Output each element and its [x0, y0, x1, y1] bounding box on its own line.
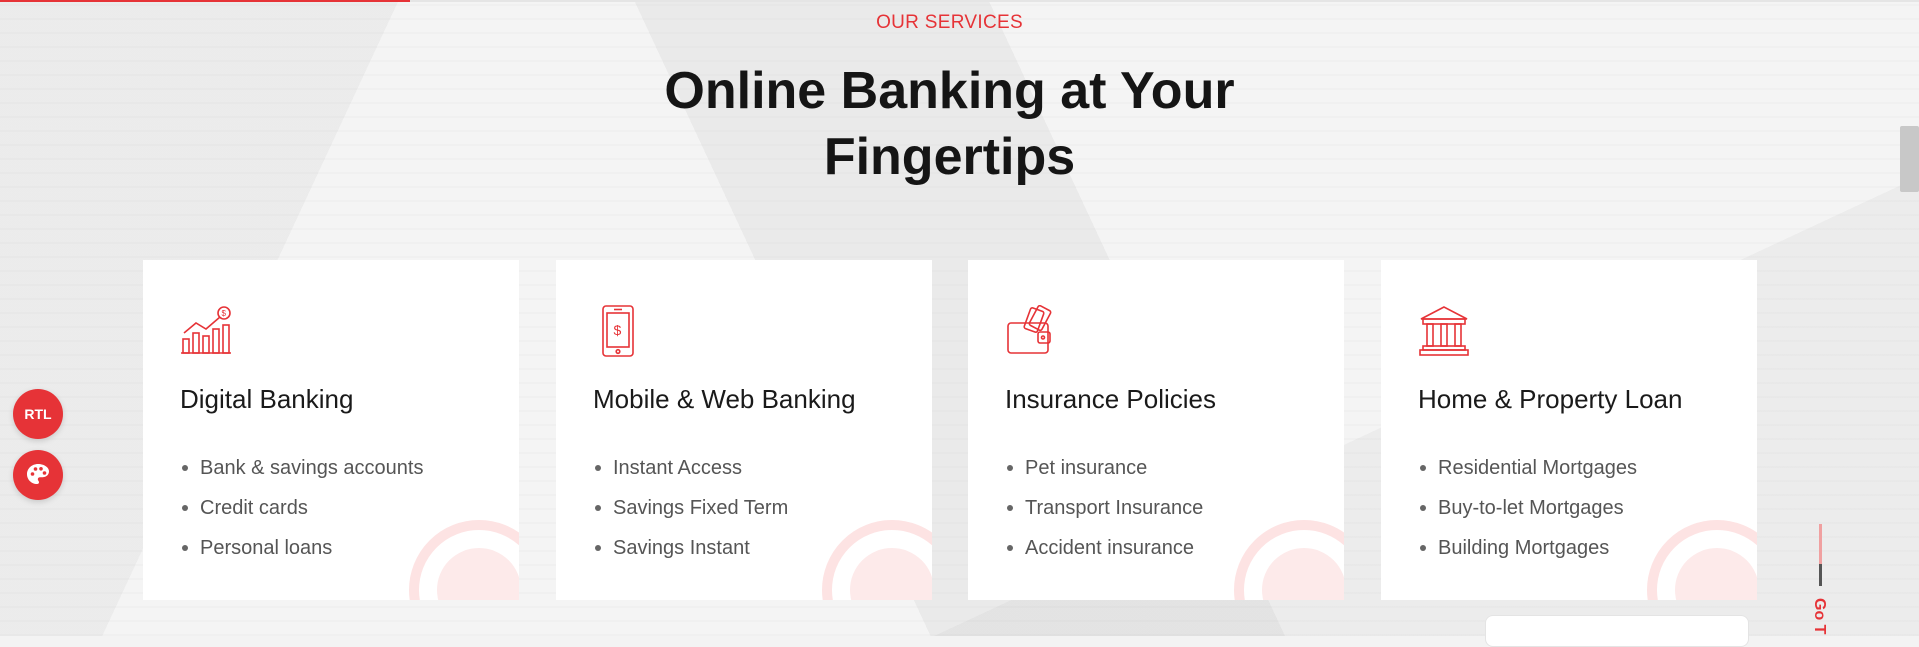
card-title: Mobile & Web Banking	[593, 384, 856, 414]
wallet-card-icon	[1007, 305, 1052, 354]
list-item: Accident insurance	[1005, 528, 1203, 568]
card-list: Bank & savings accounts Credit cards Per…	[180, 448, 423, 568]
list-item: Personal loans	[180, 528, 423, 568]
mobile-dollar-icon: $	[602, 305, 634, 357]
service-card-digital-banking[interactable]: $ Digital Banking Bank & savings account…	[143, 260, 519, 600]
section-eyebrow: OUR SERVICES	[876, 12, 1023, 33]
list-item: Credit cards	[180, 488, 423, 528]
service-card-insurance-policies[interactable]: Insurance Policies Pet insurance Transpo…	[968, 260, 1344, 600]
rtl-toggle-button[interactable]: RTL	[13, 389, 63, 439]
floating-widget-box[interactable]	[1485, 615, 1749, 647]
top-progress-bar	[0, 0, 410, 2]
card-title: Home & Property Loan	[1418, 384, 1683, 414]
card-decoration	[1234, 520, 1344, 600]
list-item: Transport Insurance	[1005, 488, 1203, 528]
card-list: Residential Mortgages Buy-to-let Mortgag…	[1418, 448, 1637, 568]
color-palette-button[interactable]	[13, 450, 63, 500]
list-item: Building Mortgages	[1418, 528, 1637, 568]
palette-icon	[27, 464, 49, 484]
svg-text:$: $	[614, 322, 622, 338]
go-top-button[interactable]: Go T	[1805, 524, 1835, 636]
list-item: Bank & savings accounts	[180, 448, 423, 488]
card-title: Insurance Policies	[1005, 384, 1216, 414]
card-decoration	[409, 520, 519, 600]
card-decoration	[1647, 520, 1757, 600]
list-item: Savings Instant	[593, 528, 788, 568]
heading-line-2: Fingertips	[823, 128, 1076, 186]
list-item: Residential Mortgages	[1418, 448, 1637, 488]
list-item: Savings Fixed Term	[593, 488, 788, 528]
bank-building-icon	[1419, 306, 1469, 356]
go-top-progress-indicator	[1819, 564, 1822, 586]
card-decoration	[822, 520, 932, 600]
card-title: Digital Banking	[180, 384, 354, 414]
section-heading: Online Banking at Your Fingertips	[0, 58, 1899, 190]
card-list: Instant Access Savings Fixed Term Saving…	[593, 448, 788, 568]
page-scrollbar-thumb[interactable]	[1900, 126, 1919, 192]
go-top-progress-line	[1819, 524, 1822, 564]
list-item: Instant Access	[593, 448, 788, 488]
go-top-label: Go T	[1811, 598, 1828, 635]
svg-text:$: $	[222, 309, 227, 318]
growth-chart-icon: $	[181, 306, 231, 354]
list-item: Pet insurance	[1005, 448, 1203, 488]
heading-line-1: Online Banking at Your	[664, 62, 1235, 120]
service-card-mobile-web-banking[interactable]: $ Mobile & Web Banking Instant Access Sa…	[556, 260, 932, 600]
list-item: Buy-to-let Mortgages	[1418, 488, 1637, 528]
card-list: Pet insurance Transport Insurance Accide…	[1005, 448, 1203, 568]
service-card-home-property-loan[interactable]: Home & Property Loan Residential Mortgag…	[1381, 260, 1757, 600]
